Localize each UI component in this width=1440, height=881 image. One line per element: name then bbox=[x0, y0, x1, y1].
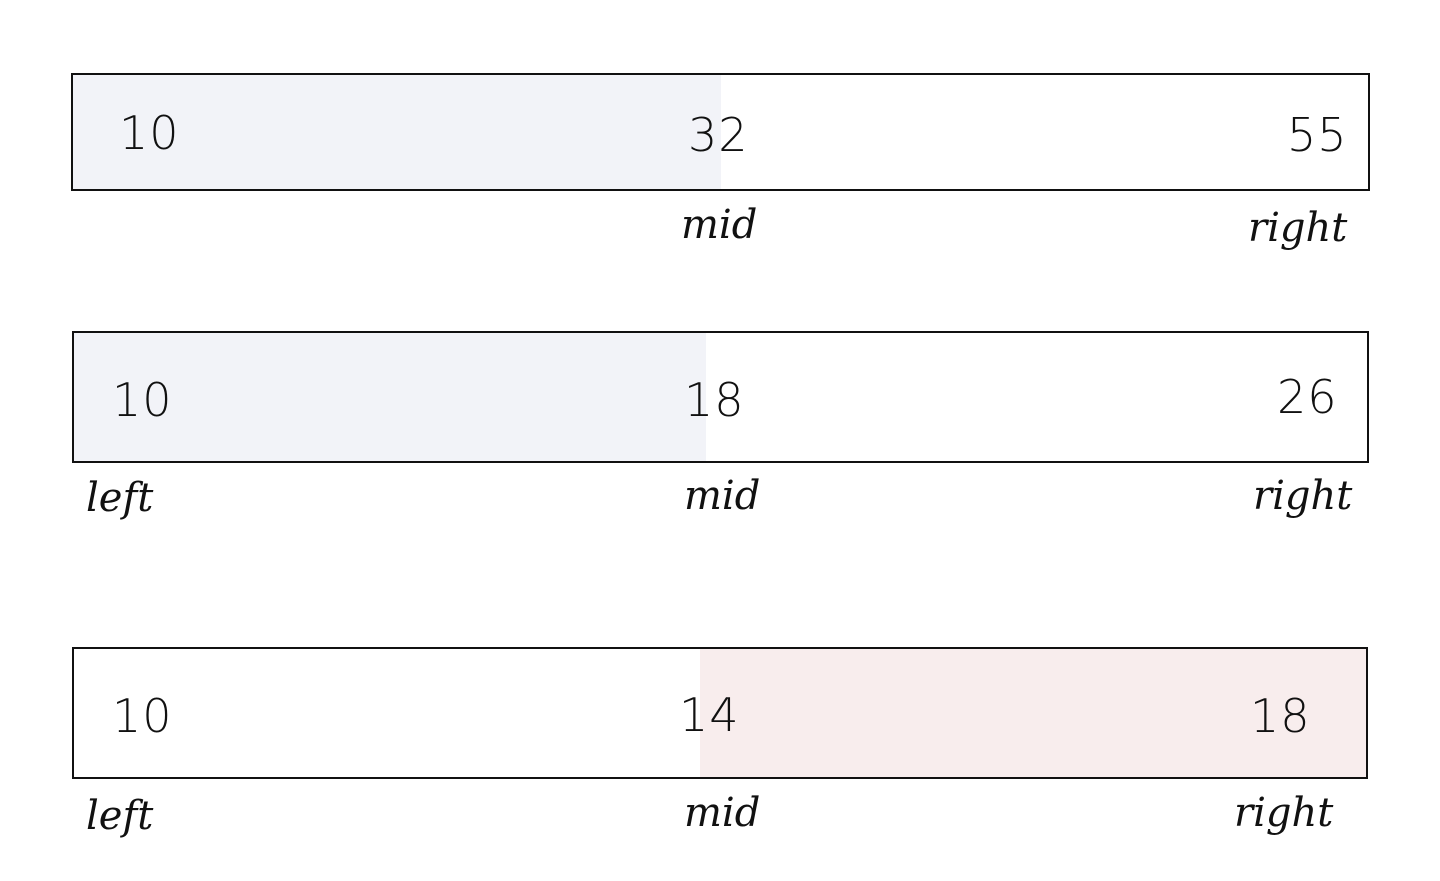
right-value: 55 bbox=[1287, 108, 1348, 162]
right-pointer-label: right bbox=[1248, 205, 1348, 251]
left-value: 10 bbox=[112, 689, 173, 743]
left-pointer-label: left bbox=[86, 793, 154, 839]
mid-pointer-label: mid bbox=[684, 790, 761, 836]
mid-value: 18 bbox=[684, 373, 745, 427]
left-pointer-label: left bbox=[86, 475, 154, 521]
right-pointer-label: right bbox=[1253, 473, 1353, 519]
right-pointer-label: right bbox=[1234, 790, 1334, 836]
mid-pointer-label: mid bbox=[684, 473, 761, 519]
search-range-row-1: 10 32 55 bbox=[71, 73, 1370, 191]
right-value: 18 bbox=[1250, 689, 1311, 743]
mid-value: 14 bbox=[679, 688, 740, 742]
search-range-row-2: 10 18 26 bbox=[72, 331, 1369, 463]
left-value: 10 bbox=[119, 106, 180, 160]
mid-value: 32 bbox=[688, 108, 749, 162]
left-value: 10 bbox=[112, 373, 173, 427]
right-value: 26 bbox=[1277, 370, 1338, 424]
mid-pointer-label: mid bbox=[681, 202, 758, 248]
search-range-row-3: 10 14 18 bbox=[72, 647, 1368, 779]
